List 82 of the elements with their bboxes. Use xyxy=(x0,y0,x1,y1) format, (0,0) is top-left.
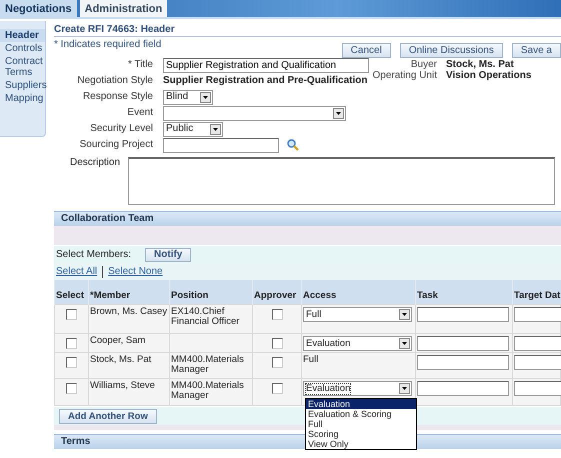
field-label: Security Level xyxy=(89,123,153,135)
dropdown-option[interactable]: Scoring xyxy=(306,429,416,439)
sidebar-item[interactable]: Contract Terms xyxy=(0,55,45,79)
sidebar-item[interactable]: Header xyxy=(0,29,45,42)
tab[interactable]: Administration xyxy=(80,0,168,17)
select-field[interactable]: Evaluation xyxy=(303,336,412,351)
select-field[interactable]: Full xyxy=(303,307,412,322)
add-row-button[interactable]: Add Another Row xyxy=(59,408,157,424)
table-cell: Williams, Steve xyxy=(88,378,170,406)
table-cell: EX140.Chief Financial Officer xyxy=(170,304,252,334)
text-field[interactable] xyxy=(163,138,279,152)
action-button[interactable]: Save a xyxy=(512,43,561,58)
caret-icon xyxy=(333,108,344,118)
page-title: Create RFI 74663: Header xyxy=(54,19,561,37)
task-field[interactable] xyxy=(417,336,509,351)
sidebar-item[interactable]: Mapping xyxy=(0,92,45,105)
caret-icon xyxy=(399,338,410,349)
action-button[interactable]: Cancel xyxy=(342,43,391,58)
task-field[interactable] xyxy=(417,355,509,370)
checkbox[interactable] xyxy=(66,383,77,394)
task-field[interactable] xyxy=(417,307,509,322)
info-label: Buyer xyxy=(410,59,437,70)
link[interactable]: Select All xyxy=(56,266,98,278)
field-label: Event xyxy=(126,107,153,119)
link[interactable]: Select None xyxy=(108,266,163,278)
checkbox[interactable] xyxy=(272,338,282,349)
column-header: Target Dat xyxy=(512,280,560,304)
tab[interactable]: Negotiations xyxy=(0,0,77,17)
table-cell: MM400.Materials Manager xyxy=(170,378,252,406)
info-value: Vision Operations xyxy=(446,70,532,81)
table-cell: Brown, Ms. Casey xyxy=(88,304,170,334)
dropdown-option[interactable]: Evaluation & Scoring xyxy=(306,409,416,419)
field-label: Description xyxy=(69,157,118,170)
dropdown-option[interactable]: Full xyxy=(306,419,416,429)
field-label: Negotiation Style xyxy=(76,75,153,87)
column-header: Select xyxy=(54,280,88,304)
column-header: Approver xyxy=(252,280,302,304)
select-field[interactable] xyxy=(163,106,346,120)
caret-icon xyxy=(210,124,221,134)
field-label: Response Style xyxy=(82,91,153,103)
select-field[interactable]: Blind xyxy=(163,90,213,104)
search-icon[interactable] xyxy=(287,139,299,151)
required-note: * Indicates required field xyxy=(54,39,162,52)
table-cell: Stock, Ms. Pat xyxy=(88,352,170,378)
dropdown-option[interactable]: View Only xyxy=(306,439,416,449)
caret-icon xyxy=(399,309,410,320)
date-field[interactable] xyxy=(514,336,561,351)
info-value: Stock, Ms. Pat xyxy=(446,59,515,70)
field-value: Supplier Registration and Pre-Qualification xyxy=(163,75,368,87)
column-header: Position xyxy=(170,280,252,304)
notify-button[interactable]: Notify xyxy=(145,248,192,262)
field-label: * Title xyxy=(126,59,153,71)
checkbox[interactable] xyxy=(272,357,282,368)
text-field[interactable]: Supplier Registration and Qualification xyxy=(163,58,369,72)
description-field[interactable] xyxy=(128,157,555,205)
checkbox[interactable] xyxy=(66,357,77,368)
column-header: Task xyxy=(416,280,512,304)
caret-icon xyxy=(399,383,410,394)
column-header: Access xyxy=(302,280,416,304)
section-title: Terms xyxy=(61,436,90,448)
caret-icon xyxy=(200,92,211,102)
column-header: *Member xyxy=(88,280,170,304)
date-field[interactable] xyxy=(514,307,561,322)
select-field[interactable]: Evaluation xyxy=(303,381,412,396)
field-label: Sourcing Project xyxy=(78,139,153,151)
task-field[interactable] xyxy=(417,381,509,396)
sidebar-item[interactable]: Suppliers xyxy=(0,79,45,92)
dropdown-option[interactable]: Evaluation xyxy=(306,399,416,409)
date-field[interactable] xyxy=(514,381,561,396)
checkbox[interactable] xyxy=(66,309,77,320)
checkbox[interactable] xyxy=(272,383,282,394)
table-cell: Cooper, Sam xyxy=(88,334,170,352)
checkbox[interactable] xyxy=(272,309,282,320)
action-button[interactable]: Online Discussions xyxy=(400,43,503,58)
sidebar-item[interactable]: Controls xyxy=(0,42,45,55)
select-field[interactable]: Public xyxy=(163,122,223,136)
date-field[interactable] xyxy=(514,355,561,370)
table-cell: MM400.Materials Manager xyxy=(170,352,252,378)
table-cell: Full xyxy=(303,354,318,365)
checkbox[interactable] xyxy=(66,338,77,349)
select-members-label: Select Members: xyxy=(56,248,132,260)
section-title: Collaboration Team xyxy=(61,213,154,225)
